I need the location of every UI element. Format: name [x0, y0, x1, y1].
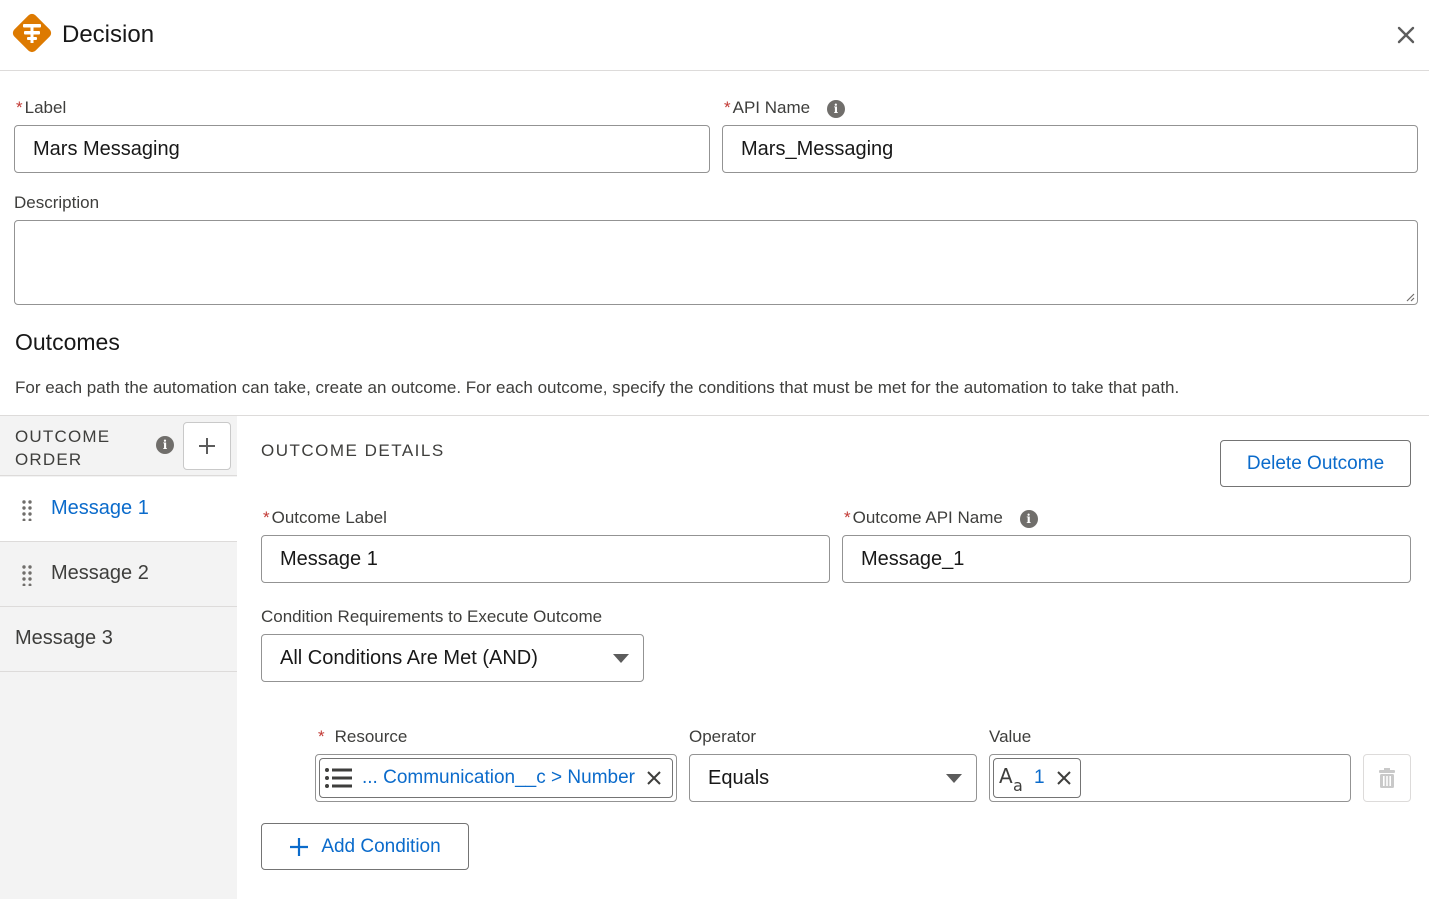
- remove-icon[interactable]: [1055, 769, 1073, 787]
- api-name-field-label: * API Name i: [724, 98, 845, 118]
- outcome-label-input[interactable]: Message 1: [261, 535, 830, 583]
- condition-requirements-label: Condition Requirements to Execute Outcom…: [261, 607, 603, 626]
- resource-value: ... Communication__c > Number: [362, 767, 635, 788]
- sidebar-item-label: Message 3: [15, 627, 113, 649]
- svg-text:a: a: [1013, 776, 1023, 793]
- resize-handle-icon[interactable]: [1405, 292, 1415, 302]
- label-input[interactable]: Mars Messaging: [14, 125, 710, 173]
- svg-text:A: A: [999, 764, 1013, 788]
- info-icon[interactable]: i: [1019, 509, 1038, 528]
- sidebar-item-message-2[interactable]: Message 2: [0, 542, 237, 607]
- outcome-api-name-input[interactable]: Message_1: [842, 535, 1411, 583]
- outcomes-description: For each path the automation can take, c…: [15, 378, 1180, 397]
- close-icon[interactable]: [1393, 22, 1419, 48]
- text-type-icon: A a: [999, 764, 1023, 793]
- operator-select[interactable]: Equals: [689, 754, 977, 802]
- outcome-order-heading: OUTCOME ORDER: [15, 427, 111, 469]
- resource-label: * Resource: [318, 727, 408, 746]
- add-condition-button[interactable]: Add Condition: [261, 823, 469, 870]
- outcome-order-header: OUTCOME ORDER i: [0, 416, 237, 476]
- resource-input[interactable]: ... Communication__c > Number: [315, 754, 677, 802]
- sidebar-item-label: Message 1: [51, 497, 149, 519]
- api-name-input[interactable]: Mars_Messaging: [722, 125, 1418, 173]
- plus-icon: [290, 837, 309, 856]
- outcome-label-field-label: * Outcome Label: [263, 508, 387, 527]
- outcomes-title: Outcomes: [15, 329, 120, 355]
- value-text: 1: [1034, 767, 1045, 788]
- chevron-down-icon: [946, 774, 962, 783]
- outcome-details-title: OUTCOME DETAILS: [261, 441, 445, 460]
- trash-icon: [1379, 768, 1395, 788]
- plus-icon: [199, 438, 215, 454]
- outcome-order-sidebar: OUTCOME ORDER i Message 1 Message 2 Mess…: [0, 416, 237, 899]
- value-input[interactable]: A a 1: [989, 754, 1351, 802]
- info-icon[interactable]: i: [156, 436, 174, 454]
- condition-requirements-select[interactable]: All Conditions Are Met (AND): [261, 634, 644, 682]
- value-pill[interactable]: A a 1: [993, 758, 1081, 798]
- list-icon: [325, 768, 352, 788]
- info-icon[interactable]: i: [826, 99, 845, 118]
- delete-condition-button[interactable]: [1363, 754, 1411, 802]
- drag-handle-icon[interactable]: [22, 499, 32, 521]
- chevron-down-icon: [613, 654, 629, 663]
- outcome-api-name-field-label: * Outcome API Name i: [844, 508, 1038, 528]
- description-label: Description: [14, 193, 100, 212]
- resource-pill[interactable]: ... Communication__c > Number: [319, 758, 673, 798]
- delete-outcome-button[interactable]: Delete Outcome: [1220, 440, 1411, 487]
- decision-icon: [12, 13, 52, 53]
- sidebar-item-message-3[interactable]: Message 3: [0, 607, 237, 672]
- modal-header: Decision: [0, 0, 1429, 71]
- label-field-label: * Label: [16, 98, 67, 117]
- sidebar-item-message-1[interactable]: Message 1: [0, 477, 237, 542]
- modal-title: Decision: [62, 21, 155, 48]
- value-label: Value: [989, 727, 1032, 746]
- remove-icon[interactable]: [645, 769, 663, 787]
- sidebar-item-label: Message 2: [51, 562, 149, 584]
- add-outcome-button[interactable]: [183, 422, 231, 470]
- description-textarea[interactable]: [14, 220, 1418, 305]
- drag-handle-icon[interactable]: [22, 564, 32, 586]
- operator-label: Operator: [689, 727, 757, 746]
